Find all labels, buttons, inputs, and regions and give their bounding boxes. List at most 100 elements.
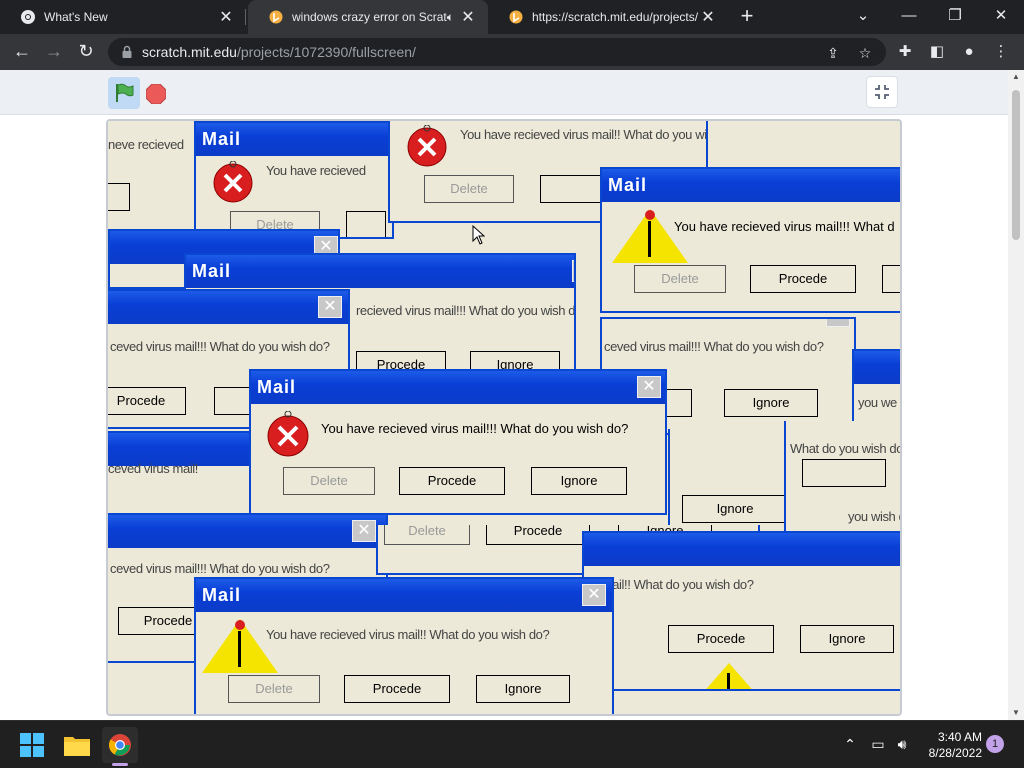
delete-button[interactable]: Delete: [228, 675, 320, 703]
delete-button[interactable]: Delete: [283, 467, 375, 495]
back-button[interactable]: ←: [8, 37, 36, 65]
new-tab-button[interactable]: +: [736, 5, 758, 28]
tab-search-button[interactable]: ⌄: [840, 0, 886, 30]
procede-button[interactable]: Procede: [668, 625, 774, 653]
folder-icon: [64, 737, 90, 756]
ignore-button[interactable]: [882, 265, 900, 293]
windows-logo-icon: [20, 733, 44, 757]
reload-button[interactable]: ↻: [72, 37, 100, 65]
error-icon: [407, 125, 447, 167]
browser-toolbar: ← → ↻ scratch.mit.edu/projects/1072390/f…: [0, 34, 1024, 70]
dialog-message: You have recieved virus mail!!! What do …: [321, 421, 629, 436]
clock-time: 3:40 AM: [937, 730, 982, 744]
dialog-title: Mail: [602, 169, 900, 202]
procede-button[interactable]: Procede: [344, 675, 450, 703]
show-hidden-icons-icon[interactable]: ⌃: [840, 734, 860, 754]
windows-taskbar: ⌃ ▭ 🔊︎ 3:40 AM 8/28/2022 1: [0, 720, 1024, 768]
ignore-button[interactable]: Ignore: [800, 625, 894, 653]
close-icon[interactable]: ✕: [637, 376, 661, 398]
bookmark-star-icon[interactable]: ☆: [856, 44, 874, 62]
side-panel-icon[interactable]: ◧: [926, 41, 948, 63]
extensions-icon[interactable]: ✚: [894, 41, 916, 63]
ignore-button[interactable]: Ignore: [724, 389, 818, 417]
close-icon[interactable]: ✕: [826, 319, 850, 327]
url-path: /projects/1072390/fullscreen/: [236, 44, 416, 60]
close-window-button[interactable]: ✕: [978, 0, 1024, 30]
tab-strip: What's New ✕ windows crazy error on Scra…: [0, 0, 1024, 34]
ignore-button[interactable]: Ignore: [531, 467, 627, 495]
dialog-window: ceved virus mail!: [108, 431, 264, 521]
chrome-taskbar-button[interactable]: [102, 727, 138, 766]
scroll-down-icon[interactable]: ▼: [1008, 706, 1024, 720]
volume-icon[interactable]: 🔊︎: [892, 734, 912, 754]
dialog-window: Mail You have recieved Delete: [194, 121, 394, 239]
delete-button[interactable]: Delete: [424, 175, 514, 203]
dialog-window: Mail You have recieved virus mail!!! Wha…: [600, 167, 900, 313]
dialog-window: is mail!! What do you wish do? Procede I…: [582, 531, 900, 691]
close-tab-icon[interactable]: ✕: [698, 7, 718, 27]
ignore-button[interactable]: Ignore: [476, 675, 570, 703]
minimize-button[interactable]: —: [886, 0, 932, 30]
notification-badge[interactable]: 1: [986, 735, 1004, 753]
tab-title: windows crazy error on Scrat: [292, 10, 447, 24]
tab-scratch-error[interactable]: windows crazy error on Scrat 🔈︎ ✕: [248, 0, 488, 34]
scroll-up-icon[interactable]: ▲: [1008, 70, 1024, 84]
procede-button[interactable]: Procede: [108, 387, 186, 415]
close-icon[interactable]: ✕: [572, 260, 574, 282]
ignore-button[interactable]: Ignore: [682, 495, 788, 523]
dialog-window: Mail ✕ You have recieved virus mail!! Wh…: [194, 577, 614, 714]
lock-icon: [120, 45, 134, 59]
share-icon[interactable]: ⇪: [824, 44, 842, 62]
network-icon[interactable]: ▭: [868, 734, 888, 754]
file-explorer-button[interactable]: [59, 727, 95, 763]
tab-title: What's New: [44, 10, 108, 24]
error-icon: [267, 411, 309, 457]
procede-button[interactable]: Procede: [750, 265, 856, 293]
profile-icon[interactable]: ●: [958, 41, 980, 63]
delete-button[interactable]: Delete: [634, 265, 726, 293]
page-content: neve recieved Mail You have recieved Del…: [0, 70, 1008, 720]
main-dialog-window: Mail ✕ You have recieved virus mail!!! W…: [249, 369, 667, 515]
scratch-stage-header: [0, 70, 1008, 115]
system-clock[interactable]: 3:40 AM 8/28/2022: [929, 729, 982, 761]
clock-date: 8/28/2022: [928, 746, 982, 760]
close-icon[interactable]: ✕: [582, 584, 606, 606]
address-bar[interactable]: scratch.mit.edu/projects/1072390/fullscr…: [108, 38, 886, 66]
close-tab-icon[interactable]: ✕: [216, 7, 236, 27]
page-scrollbar[interactable]: ▲ ▼: [1008, 70, 1024, 720]
green-flag-button[interactable]: [108, 77, 140, 109]
chrome-icon: [109, 734, 131, 756]
chrome-icon: [20, 9, 36, 25]
stop-icon: [145, 83, 167, 105]
start-button[interactable]: [14, 727, 50, 763]
scratch-icon: [268, 9, 284, 25]
procede-button[interactable]: Procede: [486, 525, 590, 545]
exit-fullscreen-icon: [875, 85, 889, 99]
error-icon: [213, 161, 253, 203]
url-host: scratch.mit.edu: [142, 44, 237, 60]
dialog-window: What do you wish do? you wish do?: [784, 421, 900, 541]
mouse-cursor-icon: [472, 225, 486, 245]
stop-button[interactable]: [145, 83, 167, 105]
scrollbar-thumb[interactable]: [1012, 90, 1020, 240]
forward-button[interactable]: →: [40, 37, 68, 65]
delete-button[interactable]: Delete: [384, 525, 470, 545]
restore-button[interactable]: ❐: [932, 0, 978, 30]
close-tab-icon[interactable]: ✕: [458, 7, 478, 27]
menu-icon[interactable]: ⋮: [990, 41, 1012, 63]
audio-playing-icon[interactable]: 🔈︎: [447, 10, 454, 25]
dialog-window: neve recieved: [108, 121, 208, 221]
scratch-icon: [508, 9, 524, 25]
project-stage[interactable]: neve recieved Mail You have recieved Del…: [106, 119, 902, 716]
procede-button[interactable]: [346, 211, 386, 237]
dialog-title: Mail: [196, 579, 612, 612]
warning-icon: [706, 663, 752, 689]
tab-scratch-project[interactable]: https://scratch.mit.edu/projects/1 ✕: [488, 0, 728, 34]
tab-title: https://scratch.mit.edu/projects/1: [532, 10, 698, 24]
dialog-title: Mail: [186, 255, 574, 288]
warning-icon: [612, 209, 688, 263]
exit-fullscreen-button[interactable]: [866, 76, 898, 108]
procede-button[interactable]: Procede: [399, 467, 505, 495]
tab-whats-new[interactable]: What's New ✕: [0, 0, 246, 34]
close-icon[interactable]: ✕: [318, 296, 342, 318]
